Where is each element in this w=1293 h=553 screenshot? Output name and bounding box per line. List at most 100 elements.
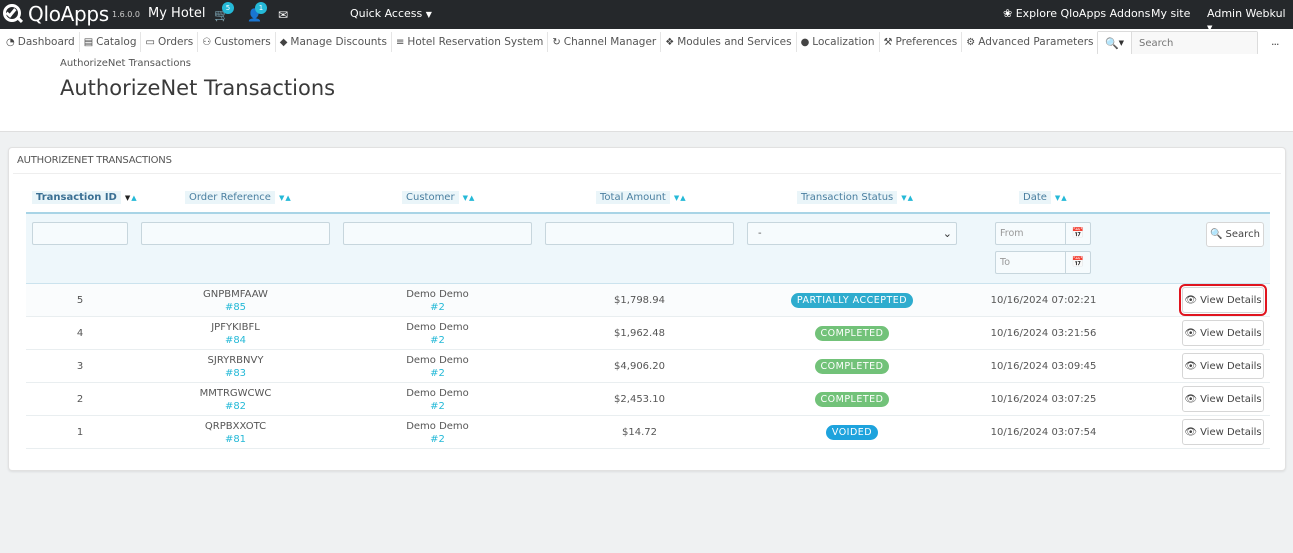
panel-divider: [13, 173, 1281, 174]
nav-item-modules-and-services[interactable]: ❖ Modules and Services: [661, 32, 797, 52]
explore-addons-link[interactable]: ❀ Explore QloApps Addons: [1003, 7, 1150, 20]
filter-transaction-id-input[interactable]: [32, 222, 128, 245]
cell-customer: Demo Demo #2: [343, 284, 532, 317]
total-amount: $1,962.48: [614, 328, 665, 339]
order-link[interactable]: #81: [225, 433, 246, 446]
view-details-button[interactable]: 👁 View Details: [1182, 386, 1264, 412]
calendar-icon[interactable]: 📅: [1066, 251, 1091, 274]
status-badge: VOIDED: [825, 425, 879, 440]
date-to-input[interactable]: To: [995, 251, 1066, 274]
nav-item-localization[interactable]: ● Localization: [797, 32, 880, 52]
nav-item-label: Customers: [214, 36, 271, 48]
table-row: 2 MMTRGWCWC #82 Demo Demo #2 $2,453.10 COM…: [26, 383, 1270, 416]
order-link[interactable]: #84: [225, 334, 246, 347]
nav-item-advanced-parameters[interactable]: ⚙ Advanced Parameters: [962, 32, 1099, 52]
cart-notifications[interactable]: 🛒 5: [214, 2, 234, 22]
transactions-table: Transaction ID ▼▲ Order Reference ▼▲ Cus…: [26, 184, 1270, 449]
nav-item-label: Modules and Services: [677, 36, 792, 48]
sort-controls: ▼▲: [125, 194, 138, 202]
table-header: Transaction ID ▼▲ Order Reference ▼▲ Cus…: [26, 184, 1270, 212]
my-site-link[interactable]: My site: [1151, 7, 1190, 20]
messages-button[interactable]: ✉: [278, 8, 288, 22]
cell-customer: Demo Demo #2: [343, 416, 532, 449]
sort-asc-icon[interactable]: ▲: [131, 194, 137, 202]
nav-item-preferences[interactable]: ⚒ Preferences: [880, 32, 963, 52]
nav-item-customers[interactable]: ⚇ Customers: [198, 32, 276, 52]
transaction-id: 3: [76, 361, 84, 372]
nav-item-catalog[interactable]: ▤ Catalog: [80, 32, 142, 52]
sort-asc-icon[interactable]: ▲: [1061, 194, 1067, 202]
table-row: 3 SJRYRBNVY #83 Demo Demo #2 $4,906.20 COM…: [26, 350, 1270, 383]
order-link[interactable]: #85: [225, 301, 246, 314]
customer-link[interactable]: #2: [430, 400, 445, 413]
sort-asc-icon[interactable]: ▲: [469, 194, 475, 202]
date-from-input[interactable]: From: [995, 222, 1066, 245]
customer-link[interactable]: #2: [430, 367, 445, 380]
order-reference: JPFYKIBFL: [211, 321, 260, 333]
sort-asc-icon[interactable]: ▲: [680, 194, 686, 202]
filter-total-amount-input[interactable]: [545, 222, 734, 245]
transactions-panel: AUTHORIZENET TRANSACTIONS Transaction ID…: [8, 147, 1286, 471]
sort-asc-icon[interactable]: ▲: [285, 194, 291, 202]
customer-link[interactable]: #2: [430, 433, 445, 446]
nav-item-manage-discounts[interactable]: ◆ Manage Discounts: [276, 32, 393, 52]
nav-item-hotel-reservation-system[interactable]: ≡ Hotel Reservation System: [392, 32, 549, 52]
admin-search-input[interactable]: [1132, 32, 1257, 54]
cell-date: 10/16/2024 03:21:56: [986, 317, 1101, 350]
quick-access-dropdown[interactable]: Quick Access ▼: [350, 7, 432, 20]
cell-customer: Demo Demo #2: [343, 383, 532, 416]
customer-count-badge: 1: [255, 2, 267, 14]
filter-status-select[interactable]: - ⌄: [747, 222, 957, 245]
cart-count-badge: 5: [222, 2, 234, 14]
quick-access-label: Quick Access: [350, 7, 423, 20]
filter-search-button[interactable]: 🔍 Search: [1206, 222, 1264, 247]
nav-item-channel-manager[interactable]: ↻ Channel Manager: [548, 32, 662, 52]
column-label: Date: [1019, 191, 1051, 204]
view-details-button[interactable]: 👁 View Details: [1182, 353, 1264, 379]
view-details-label: View Details: [1200, 393, 1262, 405]
filter-customer-input[interactable]: [343, 222, 532, 245]
column-label: Customer: [402, 191, 459, 204]
brand-name: QloApps: [28, 2, 109, 26]
logo-icon: [2, 2, 26, 26]
customer-link[interactable]: #2: [430, 334, 445, 347]
view-details-button[interactable]: 👁 View Details: [1179, 284, 1267, 316]
order-link[interactable]: #83: [225, 367, 246, 380]
sort-asc-icon[interactable]: ▲: [908, 194, 914, 202]
wrench-icon: ⚒: [883, 36, 893, 48]
refresh-icon: ↻: [552, 36, 561, 48]
cell-customer: Demo Demo #2: [343, 350, 532, 383]
nav-item-dashboard[interactable]: ◔ Dashboard: [2, 32, 80, 52]
more-menu-button[interactable]: ...: [1271, 35, 1279, 48]
search-type-dropdown[interactable]: 🔍 ▼: [1098, 32, 1132, 54]
calendar-icon[interactable]: 📅: [1066, 222, 1091, 245]
qloapps-logo[interactable]: QloApps: [2, 2, 109, 26]
total-amount: $4,906.20: [614, 361, 665, 372]
cell-transaction-id: 1: [32, 416, 128, 449]
customer-name: Demo Demo: [406, 288, 469, 300]
shop-name-link[interactable]: My Hotel: [148, 6, 205, 21]
cell-total-amount: $14.72: [545, 416, 734, 449]
search-icon: 🔍: [1104, 36, 1119, 50]
credit-card-icon: ▭: [145, 36, 155, 48]
view-details-button[interactable]: 👁 View Details: [1182, 419, 1264, 445]
nav-item-label: Hotel Reservation System: [407, 36, 544, 48]
nav-item-orders[interactable]: ▭ Orders: [141, 32, 199, 52]
total-amount: $14.72: [622, 427, 657, 438]
customer-link[interactable]: #2: [430, 301, 445, 314]
view-details-label: View Details: [1200, 294, 1262, 306]
dashboard-icon: ◔: [6, 36, 15, 48]
order-link[interactable]: #82: [225, 400, 246, 413]
caret-down-icon: ▼: [425, 10, 432, 19]
view-details-button[interactable]: 👁 View Details: [1182, 320, 1264, 346]
search-icon: 🔍: [1210, 229, 1223, 240]
cell-date: 10/16/2024 07:02:21: [986, 284, 1101, 317]
column-order-reference: Order Reference ▼▲: [185, 191, 292, 204]
customer-notifications[interactable]: 👤 1: [247, 2, 267, 22]
eye-icon: 👁: [1184, 327, 1198, 339]
filter-order-reference-input[interactable]: [141, 222, 330, 245]
eye-icon: 👁: [1184, 360, 1198, 372]
view-details-label: View Details: [1200, 360, 1262, 372]
breadcrumb[interactable]: AuthorizeNet Transactions: [60, 58, 191, 69]
sort-controls: ▼▲: [901, 194, 914, 202]
